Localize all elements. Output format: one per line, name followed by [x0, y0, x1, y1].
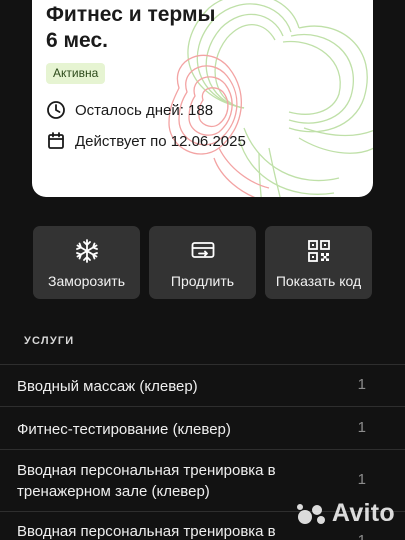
valid-until-text: Действует по 12.06.2025	[75, 132, 246, 150]
action-buttons: Заморозить Продлить Показать код	[33, 226, 372, 299]
freeze-button-label: Заморозить	[47, 273, 125, 289]
service-row[interactable]: Вводный массаж (клевер) 1	[0, 364, 405, 406]
show-code-button[interactable]: Показать код	[265, 226, 372, 299]
snowflake-icon	[75, 239, 98, 263]
service-qty: 1	[357, 376, 366, 393]
renew-button-label: Продлить	[170, 273, 235, 289]
freeze-button[interactable]: Заморозить	[33, 226, 140, 299]
avito-logo-icon	[296, 503, 325, 524]
service-name: Вводный массаж (клевер)	[17, 378, 198, 395]
calendar-icon	[48, 132, 64, 149]
services-section-title: УСЛУГИ	[24, 335, 75, 347]
service-qty: 1	[357, 471, 366, 488]
service-qty: 1	[357, 419, 366, 436]
service-qty: 1	[358, 532, 366, 540]
card-renew-icon	[191, 242, 214, 258]
qr-code-icon	[307, 240, 330, 262]
service-row[interactable]: Фитнес-тестирование (клевер) 1	[0, 406, 405, 449]
membership-screen: Фитнес и термы 6 мес. Активна Осталось д…	[0, 0, 405, 540]
service-name: Фитнес-тестирование (клевер)	[17, 421, 231, 438]
days-left-row: Осталось дней: 188	[46, 100, 213, 120]
avito-watermark-text: Avito	[331, 499, 395, 527]
status-badge: Активна	[46, 63, 106, 84]
service-name: Вводная персональная тренировка в	[17, 523, 276, 540]
membership-card[interactable]: Фитнес и термы 6 мес. Активна Осталось д…	[32, 0, 373, 197]
avito-watermark: Avito	[296, 499, 395, 528]
membership-title: Фитнес и термы 6 мес.	[46, 2, 215, 54]
days-left-text: Осталось дней: 188	[75, 101, 214, 119]
show-code-button-label: Показать код	[275, 273, 362, 289]
clock-icon	[47, 101, 65, 119]
valid-until-row: Действует по 12.06.2025	[46, 131, 246, 151]
service-name: Вводная персональная тренировка в тренаж…	[17, 462, 276, 500]
membership-title-line2: 6 мес.	[46, 29, 108, 52]
membership-title-line1: Фитнес и термы	[46, 3, 216, 26]
renew-button[interactable]: Продлить	[149, 226, 256, 299]
